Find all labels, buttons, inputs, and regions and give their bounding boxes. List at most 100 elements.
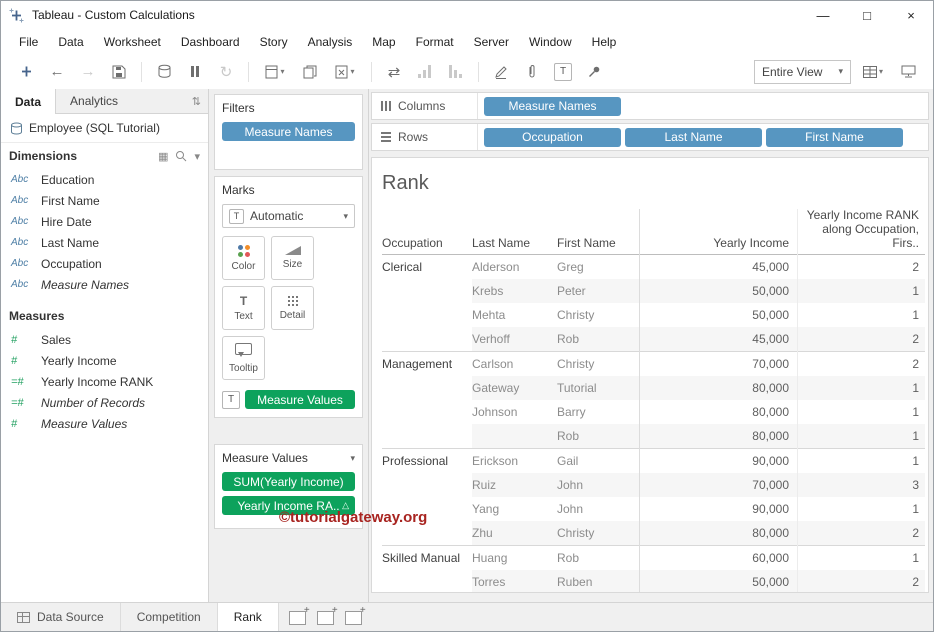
cell-rank[interactable]: 1	[797, 279, 925, 303]
column-header-occupation[interactable]: Occupation	[382, 236, 472, 250]
mark-button-size[interactable]: Size	[271, 236, 314, 280]
cell-rank[interactable]: 1	[797, 449, 925, 473]
cell-occupation[interactable]	[382, 424, 472, 448]
cell-last-name[interactable]: Erickson	[472, 449, 557, 473]
cell-rank[interactable]: 3	[797, 473, 925, 497]
redo-button[interactable]: →	[75, 59, 101, 85]
cell-first-name[interactable]: John	[557, 473, 639, 497]
cell-yearly-income[interactable]: 80,000	[639, 521, 797, 545]
cell-first-name[interactable]: John	[557, 497, 639, 521]
cell-yearly-income[interactable]: 60,000	[639, 546, 797, 570]
field-last-name[interactable]: Abc Last Name	[1, 232, 208, 253]
mark-button-tooltip[interactable]: Tooltip	[222, 336, 265, 380]
caret-down-icon[interactable]: ▾	[194, 150, 200, 163]
save-button[interactable]	[106, 59, 132, 85]
cell-last-name[interactable]: Yang	[472, 497, 557, 521]
tab-data[interactable]: Data	[1, 89, 57, 114]
cell-first-name[interactable]: Tutorial	[557, 376, 639, 400]
cell-first-name[interactable]: Christy	[557, 521, 639, 545]
cell-last-name[interactable]: Torres	[472, 570, 557, 592]
column-header-first-name[interactable]: First Name	[557, 236, 639, 250]
field-hire-date[interactable]: Abc Hire Date	[1, 211, 208, 232]
cell-yearly-income[interactable]: 70,000	[639, 352, 797, 376]
cell-occupation[interactable]: Professional	[382, 449, 472, 473]
pill-sum-yearly-income[interactable]: SUM(Yearly Income)	[222, 472, 355, 491]
cell-last-name[interactable]: Huang	[472, 546, 557, 570]
new-datasource-button[interactable]	[151, 59, 177, 85]
swap-axes-button[interactable]: ⇄	[381, 59, 407, 85]
cell-first-name[interactable]: Rob	[557, 424, 639, 448]
show-me-button[interactable]: ▾	[856, 59, 890, 85]
columns-shelf[interactable]: Columns Measure Names	[371, 92, 929, 120]
field-measure-values[interactable]: # Measure Values	[1, 413, 208, 434]
cell-occupation[interactable]: Management	[382, 352, 472, 376]
cell-rank[interactable]: 1	[797, 376, 925, 400]
cell-first-name[interactable]: Rob	[557, 546, 639, 570]
cell-first-name[interactable]: Barry	[557, 400, 639, 424]
cell-first-name[interactable]: Ruben	[557, 570, 639, 592]
cell-yearly-income[interactable]: 50,000	[639, 570, 797, 592]
cell-last-name[interactable]: Carlson	[472, 352, 557, 376]
mark-labels-button[interactable]	[550, 59, 576, 85]
cell-last-name[interactable]: Mehta	[472, 303, 557, 327]
pill-last-name[interactable]: Last Name	[625, 127, 762, 147]
cell-first-name[interactable]: Christy	[557, 303, 639, 327]
cell-occupation[interactable]	[382, 376, 472, 400]
tab-competition[interactable]: Competition	[121, 603, 218, 631]
column-header-yearly-income[interactable]: Yearly Income	[639, 236, 797, 250]
menu-item-story[interactable]: Story	[250, 29, 298, 54]
menu-item-worksheet[interactable]: Worksheet	[94, 29, 171, 54]
sort-descending-button[interactable]	[443, 59, 469, 85]
cell-occupation[interactable]	[382, 473, 472, 497]
refresh-button[interactable]: ↻	[213, 59, 239, 85]
cell-occupation[interactable]	[382, 327, 472, 351]
tab-rank[interactable]: Rank	[217, 603, 279, 631]
menu-item-format[interactable]: Format	[406, 29, 464, 54]
cell-rank[interactable]: 1	[797, 497, 925, 521]
field-education[interactable]: Abc Education	[1, 169, 208, 190]
cell-first-name[interactable]: Peter	[557, 279, 639, 303]
cell-yearly-income[interactable]: 80,000	[639, 376, 797, 400]
cell-yearly-income[interactable]: 90,000	[639, 497, 797, 521]
datasource-item[interactable]: Employee (SQL Tutorial)	[1, 114, 208, 143]
grid-icon[interactable]: ▦	[158, 150, 168, 163]
field-yearly-income[interactable]: # Yearly Income	[1, 350, 208, 371]
cell-occupation[interactable]	[382, 303, 472, 327]
column-header-rank[interactable]: Yearly Income RANK along Occupation, Fir…	[797, 208, 925, 250]
new-worksheet-button[interactable]: ▾	[258, 59, 292, 85]
cell-occupation[interactable]	[382, 279, 472, 303]
cell-last-name[interactable]: Alderson	[472, 255, 557, 279]
cell-rank[interactable]: 2	[797, 570, 925, 592]
cell-yearly-income[interactable]: 90,000	[639, 449, 797, 473]
filters-card[interactable]: Filters Measure Names	[214, 94, 363, 170]
field-occupation[interactable]: Abc Occupation	[1, 253, 208, 274]
cell-last-name[interactable]: Gateway	[472, 376, 557, 400]
cell-yearly-income[interactable]: 80,000	[639, 424, 797, 448]
cell-yearly-income[interactable]: 50,000	[639, 303, 797, 327]
fit-dropdown[interactable]: Entire View ▾	[753, 59, 851, 84]
cell-occupation[interactable]: Clerical	[382, 255, 472, 279]
tab-analytics[interactable]: Analytics	[56, 89, 132, 113]
swap-panes-icon[interactable]: ⇅	[192, 89, 208, 113]
pill-first-name[interactable]: First Name	[766, 127, 903, 147]
undo-button[interactable]: ←	[44, 59, 70, 85]
field-number-of-records[interactable]: =# Number of Records	[1, 392, 208, 413]
minimize-button[interactable]: —	[801, 1, 845, 29]
column-header-last-name[interactable]: Last Name	[472, 236, 557, 250]
clear-sheet-button[interactable]: ▾	[328, 59, 362, 85]
presentation-mode-button[interactable]	[895, 59, 921, 85]
cell-yearly-income[interactable]: 70,000	[639, 473, 797, 497]
cell-rank[interactable]: 1	[797, 400, 925, 424]
highlight-button[interactable]	[488, 59, 514, 85]
cell-last-name[interactable]: Zhu	[472, 521, 557, 545]
cell-last-name[interactable]: Krebs	[472, 279, 557, 303]
tab-data-source[interactable]: Data Source	[1, 603, 121, 631]
new-worksheet-tab-button[interactable]: +	[287, 606, 311, 627]
cell-rank[interactable]: 2	[797, 327, 925, 351]
mark-button-detail[interactable]: Detail	[271, 286, 314, 330]
rows-shelf[interactable]: Rows Occupation Last Name First Name	[371, 123, 929, 151]
pill-measure-values-marks[interactable]: Measure Values	[245, 390, 355, 409]
mark-type-dropdown[interactable]: Automatic ▾	[222, 204, 355, 228]
cell-last-name[interactable]	[472, 424, 557, 448]
menu-item-data[interactable]: Data	[48, 29, 93, 54]
